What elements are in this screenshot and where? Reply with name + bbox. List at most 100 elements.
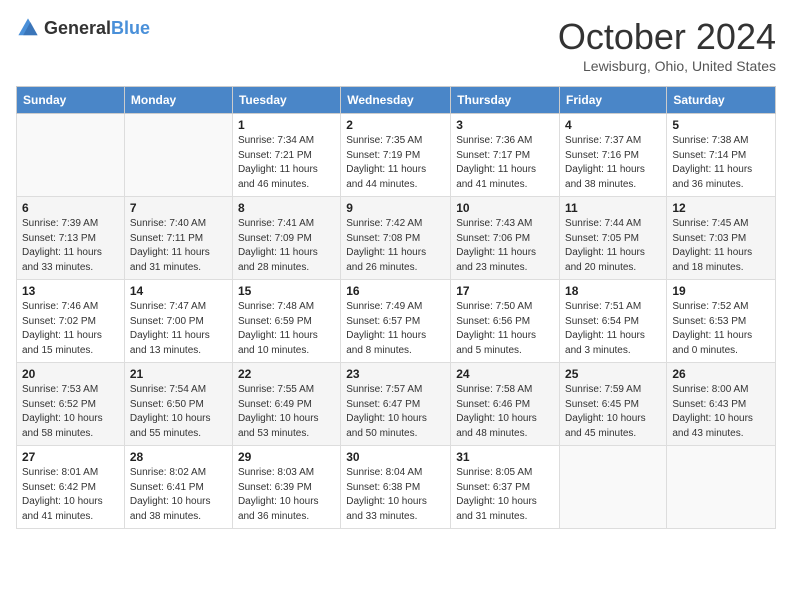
day-number: 29 — [238, 450, 335, 464]
calendar-cell: 5Sunrise: 7:38 AMSunset: 7:14 PMDaylight… — [667, 114, 776, 197]
calendar-cell: 27 Sunrise: 8:01 AMSunset: 6:42 PMDayligh… — [17, 446, 125, 529]
calendar-cell: 16Sunrise: 7:49 AMSunset: 6:57 PMDayligh… — [341, 280, 451, 363]
calendar-cell: 19 Sunrise: 7:52 AMSunset: 6:53 PMDayligh… — [667, 280, 776, 363]
calendar-cell: 7Sunrise: 7:40 AMSunset: 7:11 PMDaylight… — [124, 197, 232, 280]
day-info: Sunrise: 7:55 AMSunset: 6:49 PMDaylight:… — [238, 383, 335, 441]
weekday-header-monday: Monday — [124, 87, 232, 114]
day-number: 28 — [130, 450, 227, 464]
week-row-1: 1Sunrise: 7:34 AMSunset: 7:21 PMDaylight… — [17, 114, 776, 197]
day-info: Sunrise: 7:42 AMSunset: 7:08 PMDaylight:… — [346, 217, 445, 275]
day-number: 10 — [456, 201, 554, 215]
calendar-cell: 26 Sunrise: 8:00 AMSunset: 6:43 PMDayligh… — [667, 363, 776, 446]
day-number: 15 — [238, 284, 335, 298]
day-info: Sunrise: 8:01 AMSunset: 6:42 PMDaylight:… — [22, 466, 119, 524]
day-info: Sunrise: 7:37 AMSunset: 7:16 PMDaylight:… — [565, 134, 661, 192]
day-info: Sunrise: 8:02 AMSunset: 6:41 PMDaylight:… — [130, 466, 227, 524]
logo: GeneralBlue — [16, 16, 150, 40]
calendar-cell — [17, 114, 125, 197]
logo-text-general: General — [44, 18, 111, 38]
calendar-cell: 6 Sunrise: 7:39 AMSunset: 7:13 PMDaylight… — [17, 197, 125, 280]
calendar-cell: 31 Sunrise: 8:05 AMSunset: 6:37 PMDayligh… — [451, 446, 560, 529]
day-number: 18 — [565, 284, 661, 298]
day-number: 31 — [456, 450, 554, 464]
day-info: Sunrise: 7:59 AMSunset: 6:45 PMDaylight:… — [565, 383, 661, 441]
calendar-cell — [667, 446, 776, 529]
calendar-cell: 22Sunrise: 7:55 AMSunset: 6:49 PMDayligh… — [232, 363, 340, 446]
day-number: 3 — [456, 118, 554, 132]
day-info: Sunrise: 7:45 AMSunset: 7:03 PMDaylight:… — [672, 217, 770, 275]
day-number: 6 — [22, 201, 119, 215]
day-info: Sunrise: 8:05 AMSunset: 6:37 PMDaylight:… — [456, 466, 554, 524]
calendar-cell: 4 Sunrise: 7:37 AMSunset: 7:16 PMDaylight… — [560, 114, 667, 197]
location: Lewisburg, Ohio, United States — [558, 58, 776, 74]
day-number: 8 — [238, 201, 335, 215]
day-info: Sunrise: 7:57 AMSunset: 6:47 PMDaylight:… — [346, 383, 445, 441]
weekday-header-tuesday: Tuesday — [232, 87, 340, 114]
day-info: Sunrise: 7:38 AMSunset: 7:14 PMDaylight:… — [672, 134, 770, 192]
weekday-header-sunday: Sunday — [17, 87, 125, 114]
day-info: Sunrise: 7:52 AMSunset: 6:53 PMDaylight:… — [672, 300, 770, 358]
day-number: 4 — [565, 118, 661, 132]
day-number: 2 — [346, 118, 445, 132]
calendar-cell: 29 Sunrise: 8:03 AMSunset: 6:39 PMDayligh… — [232, 446, 340, 529]
day-info: Sunrise: 7:35 AMSunset: 7:19 PMDaylight:… — [346, 134, 445, 192]
week-row-3: 13 Sunrise: 7:46 AMSunset: 7:02 PMDayligh… — [17, 280, 776, 363]
day-info: Sunrise: 8:03 AMSunset: 6:39 PMDaylight:… — [238, 466, 335, 524]
calendar-cell: 18 Sunrise: 7:51 AMSunset: 6:54 PMDayligh… — [560, 280, 667, 363]
calendar-table: SundayMondayTuesdayWednesdayThursdayFrid… — [16, 86, 776, 529]
calendar-cell: 12 Sunrise: 7:45 AMSunset: 7:03 PMDayligh… — [667, 197, 776, 280]
calendar-cell: 10 Sunrise: 7:43 AMSunset: 7:06 PMDayligh… — [451, 197, 560, 280]
calendar-cell: 13 Sunrise: 7:46 AMSunset: 7:02 PMDayligh… — [17, 280, 125, 363]
day-info: Sunrise: 7:41 AMSunset: 7:09 PMDaylight:… — [238, 217, 335, 275]
day-info: Sunrise: 7:34 AMSunset: 7:21 PMDaylight:… — [238, 134, 335, 192]
weekday-header-thursday: Thursday — [451, 87, 560, 114]
day-number: 26 — [672, 367, 770, 381]
calendar-cell: 14 Sunrise: 7:47 AMSunset: 7:00 PMDayligh… — [124, 280, 232, 363]
day-info: Sunrise: 7:39 AMSunset: 7:13 PMDaylight:… — [22, 217, 119, 275]
logo-icon — [16, 16, 40, 40]
day-number: 27 — [22, 450, 119, 464]
day-info: Sunrise: 7:43 AMSunset: 7:06 PMDaylight:… — [456, 217, 554, 275]
day-number: 11 — [565, 201, 661, 215]
month-title: October 2024 — [558, 16, 776, 58]
day-info: Sunrise: 7:50 AMSunset: 6:56 PMDaylight:… — [456, 300, 554, 358]
weekday-header-row: SundayMondayTuesdayWednesdayThursdayFrid… — [17, 87, 776, 114]
day-number: 21 — [130, 367, 227, 381]
day-info: Sunrise: 8:04 AMSunset: 6:38 PMDaylight:… — [346, 466, 445, 524]
day-number: 23 — [346, 367, 445, 381]
calendar-cell — [560, 446, 667, 529]
weekday-header-wednesday: Wednesday — [341, 87, 451, 114]
calendar-cell: 3Sunrise: 7:36 AMSunset: 7:17 PMDaylight… — [451, 114, 560, 197]
day-info: Sunrise: 7:58 AMSunset: 6:46 PMDaylight:… — [456, 383, 554, 441]
day-number: 30 — [346, 450, 445, 464]
day-info: Sunrise: 7:46 AMSunset: 7:02 PMDaylight:… — [22, 300, 119, 358]
page-header: GeneralBlue October 2024 Lewisburg, Ohio… — [16, 16, 776, 74]
week-row-2: 6 Sunrise: 7:39 AMSunset: 7:13 PMDaylight… — [17, 197, 776, 280]
weekday-header-friday: Friday — [560, 87, 667, 114]
calendar-cell: 11Sunrise: 7:44 AMSunset: 7:05 PMDayligh… — [560, 197, 667, 280]
calendar-cell: 9Sunrise: 7:42 AMSunset: 7:08 PMDaylight… — [341, 197, 451, 280]
day-number: 25 — [565, 367, 661, 381]
day-number: 24 — [456, 367, 554, 381]
day-info: Sunrise: 7:51 AMSunset: 6:54 PMDaylight:… — [565, 300, 661, 358]
day-number: 13 — [22, 284, 119, 298]
day-info: Sunrise: 7:53 AMSunset: 6:52 PMDaylight:… — [22, 383, 119, 441]
logo-text-blue: Blue — [111, 18, 150, 38]
day-number: 7 — [130, 201, 227, 215]
calendar-cell: 15 Sunrise: 7:48 AMSunset: 6:59 PMDayligh… — [232, 280, 340, 363]
day-number: 19 — [672, 284, 770, 298]
day-number: 14 — [130, 284, 227, 298]
day-number: 20 — [22, 367, 119, 381]
calendar-cell: 28 Sunrise: 8:02 AMSunset: 6:41 PMDayligh… — [124, 446, 232, 529]
calendar-cell: 2 Sunrise: 7:35 AMSunset: 7:19 PMDaylight… — [341, 114, 451, 197]
day-info: Sunrise: 8:00 AMSunset: 6:43 PMDaylight:… — [672, 383, 770, 441]
calendar-cell: 8 Sunrise: 7:41 AMSunset: 7:09 PMDaylight… — [232, 197, 340, 280]
day-info: Sunrise: 7:47 AMSunset: 7:00 PMDaylight:… — [130, 300, 227, 358]
day-info: Sunrise: 7:48 AMSunset: 6:59 PMDaylight:… — [238, 300, 335, 358]
calendar-cell: 23 Sunrise: 7:57 AMSunset: 6:47 PMDayligh… — [341, 363, 451, 446]
calendar-cell: 20 Sunrise: 7:53 AMSunset: 6:52 PMDayligh… — [17, 363, 125, 446]
day-number: 12 — [672, 201, 770, 215]
calendar-cell: 25 Sunrise: 7:59 AMSunset: 6:45 PMDayligh… — [560, 363, 667, 446]
day-number: 16 — [346, 284, 445, 298]
title-block: October 2024 Lewisburg, Ohio, United Sta… — [558, 16, 776, 74]
